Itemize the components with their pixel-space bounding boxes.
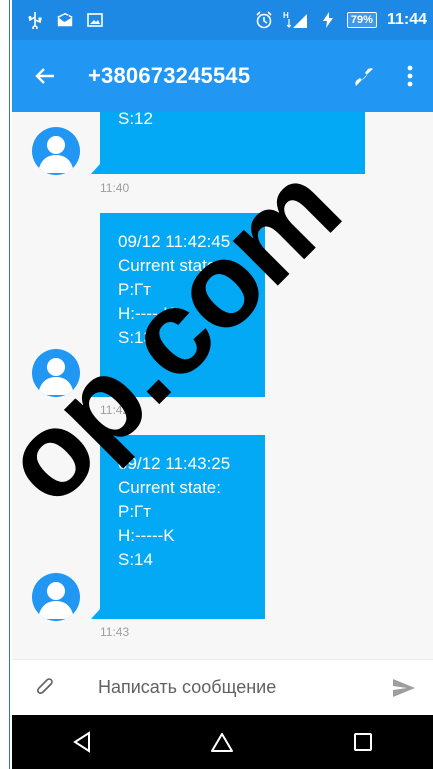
send-button[interactable] — [379, 660, 429, 716]
alarm-icon — [255, 11, 273, 29]
message-line: S:13 — [118, 328, 153, 347]
paperclip-icon — [37, 677, 53, 694]
message-bubble[interactable]: S:12 — [100, 112, 365, 174]
square-recents-icon — [353, 733, 372, 751]
message-line: H:-----K — [118, 526, 175, 545]
svg-text:H: H — [283, 11, 289, 20]
message-item: 09/12 11:42:45 Current state: P:Гт H:---… — [12, 212, 433, 424]
phone-icon — [355, 68, 373, 86]
call-button[interactable] — [341, 40, 387, 112]
bubble-tail — [91, 164, 100, 174]
back-button[interactable] — [20, 40, 70, 112]
send-icon — [393, 678, 415, 697]
message-timestamp: 11:42 — [100, 403, 130, 417]
battery-level: 79% — [346, 12, 377, 28]
home-icon — [211, 733, 234, 752]
message-line: 09/12 11:43:25 — [118, 454, 231, 473]
contact-avatar[interactable] — [32, 349, 80, 397]
usb-icon — [26, 11, 44, 29]
message-bubble[interactable]: 09/12 11:43:25 Current state: P:Гт H:---… — [100, 435, 265, 619]
message-bubble[interactable]: 09/12 11:42:45 Current state: P:Гт H:---… — [100, 213, 265, 397]
back-arrow-icon — [35, 68, 54, 84]
message-line: S:12 — [118, 112, 153, 128]
left-frame-line — [9, 0, 10, 769]
contact-avatar[interactable] — [32, 127, 80, 175]
image-notification-icon — [86, 11, 104, 29]
message-line: Current state: — [118, 478, 221, 497]
message-line: S:14 — [118, 550, 153, 569]
message-line: P:Гт — [118, 280, 152, 299]
mail-notification-icon — [56, 11, 74, 29]
signal-icon: H — [283, 11, 309, 29]
person-icon — [38, 358, 74, 395]
attach-button[interactable] — [24, 660, 68, 716]
charging-icon — [319, 11, 337, 29]
person-icon — [38, 582, 74, 619]
message-line: 09/12 11:42:45 — [118, 232, 231, 251]
message-line: Current state: — [118, 256, 221, 275]
message-line: P:Гт — [118, 502, 152, 521]
bubble-tail — [91, 387, 100, 397]
status-bar: H 79% 11:44 — [12, 0, 433, 40]
conversation-title: +380673245545 — [88, 63, 251, 88]
message-line: H:-----K — [118, 304, 175, 323]
more-options-button[interactable] — [387, 40, 433, 112]
compose-bar — [12, 659, 433, 715]
person-icon — [38, 136, 74, 173]
contact-avatar[interactable] — [32, 573, 80, 621]
app-bar: +380673245545 — [12, 40, 433, 112]
status-time: 11:44 — [386, 11, 427, 28]
message-list[interactable]: S:12 11:40 09/12 11:42:45 Current state:… — [12, 112, 433, 659]
message-timestamp: 11:40 — [100, 181, 130, 195]
nav-back-button[interactable] — [42, 715, 122, 769]
nav-home-button[interactable] — [182, 715, 262, 769]
more-vert-icon — [407, 65, 413, 87]
message-item: 09/12 11:43:25 Current state: P:Гт H:---… — [12, 434, 433, 646]
bubble-tail — [91, 609, 100, 619]
triangle-back-icon — [73, 731, 91, 753]
message-input[interactable] — [98, 677, 358, 698]
message-timestamp: 11:43 — [100, 625, 130, 639]
nav-recents-button[interactable] — [323, 715, 403, 769]
message-item: S:12 11:40 — [12, 112, 433, 202]
messaging-app: H 79% 11:44 +380673245545 S:12 11:40 09/… — [12, 0, 433, 769]
system-nav-bar — [12, 715, 433, 769]
